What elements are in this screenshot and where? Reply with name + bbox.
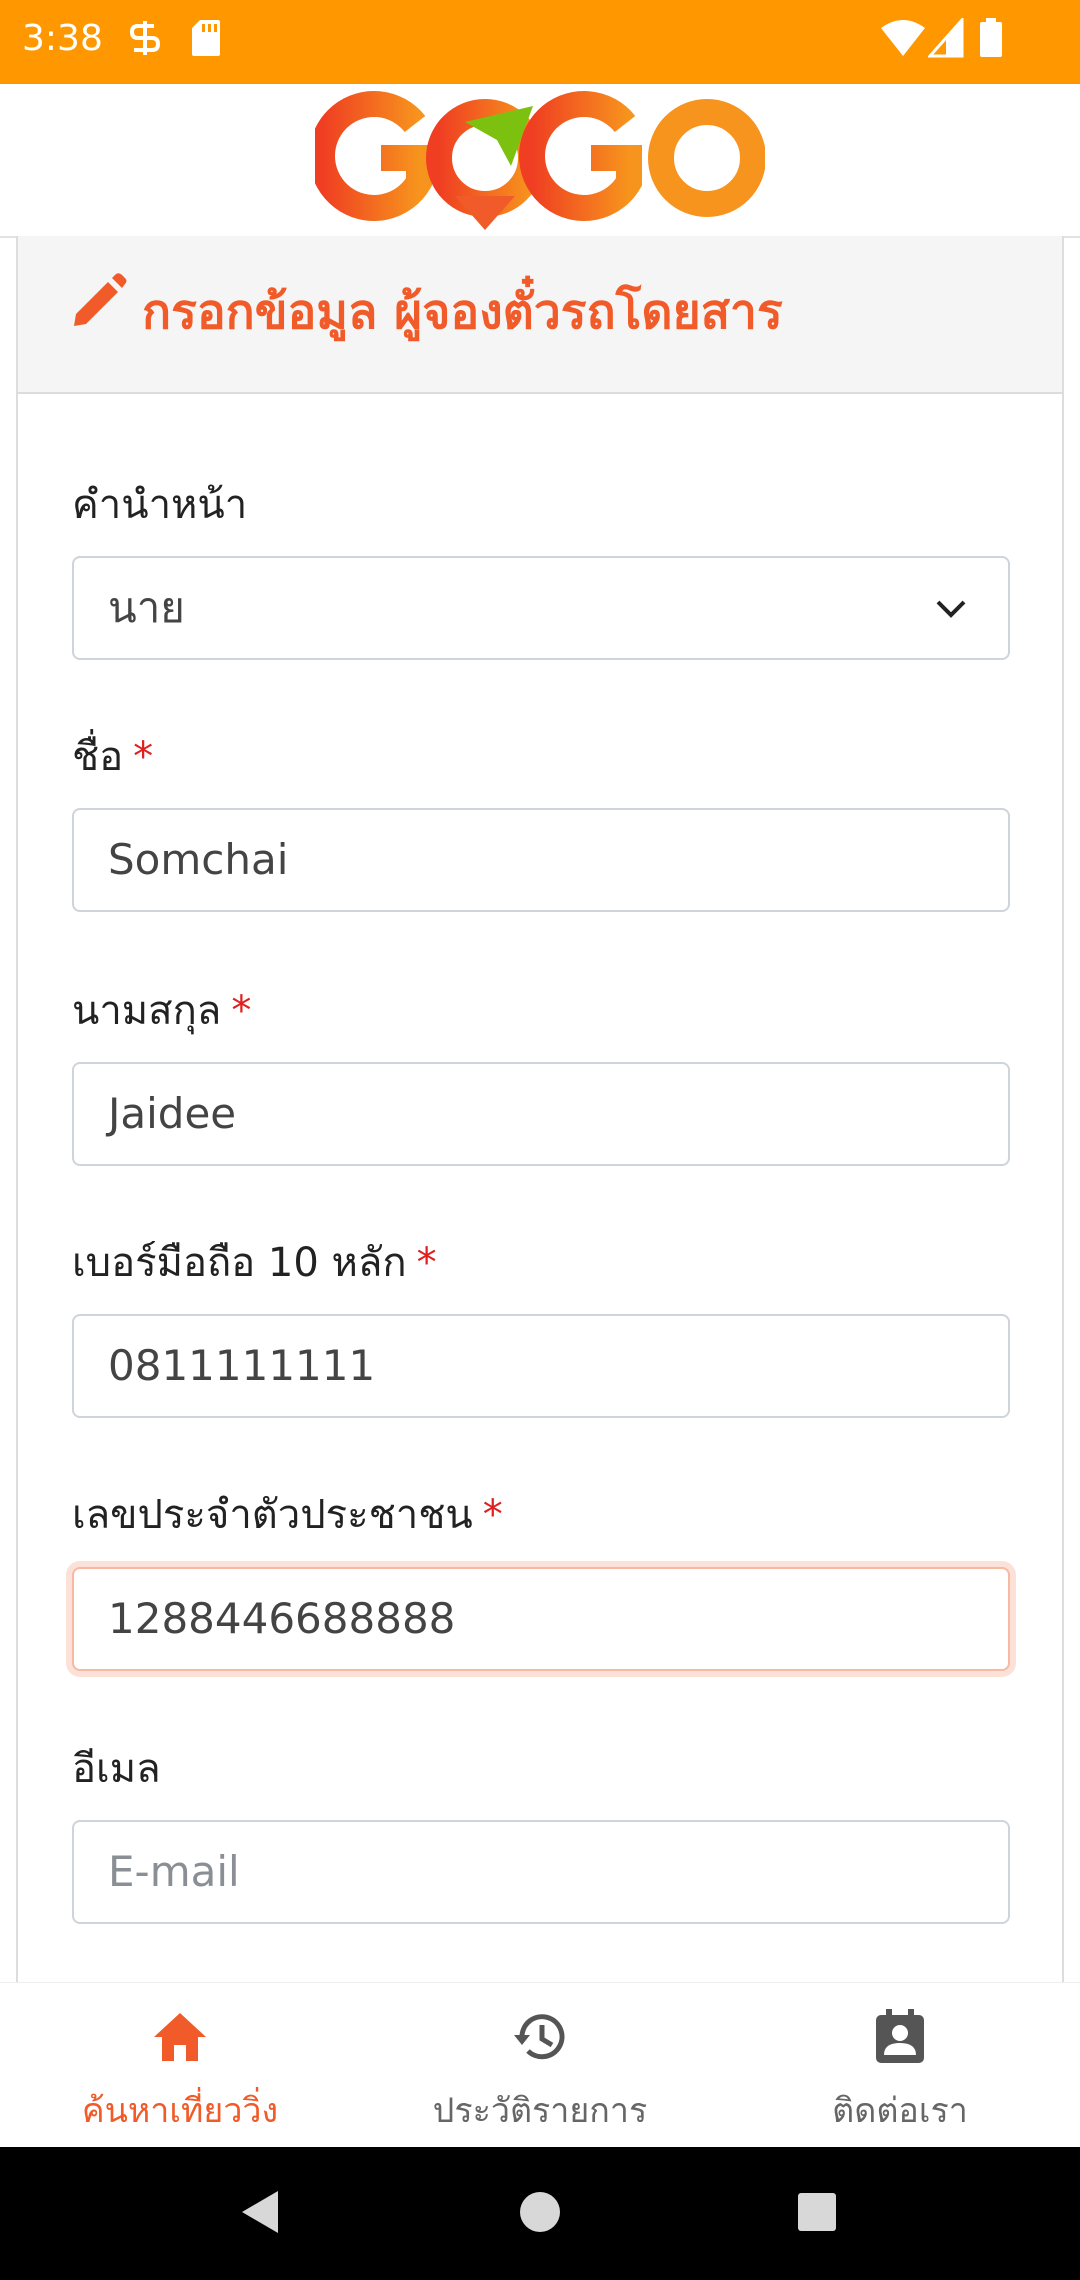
first-name-label-text: ชื่อ <box>72 734 124 780</box>
contact-icon <box>876 2009 924 2063</box>
first-name-value: Somchai <box>108 835 289 884</box>
recents-icon[interactable] <box>796 2187 838 2237</box>
gogo-logo <box>315 90 765 230</box>
card-header: กรอกข้อมูล ผู้จองตั๋วรถโดยสาร <box>18 236 1062 394</box>
phone-input[interactable]: 0811111111 <box>72 1314 1010 1418</box>
phone-value: 0811111111 <box>108 1341 376 1390</box>
required-mark: * <box>133 734 154 780</box>
nav-search-trips[interactable]: ค้นหาเที่ยววิ่ง <box>0 1983 360 2148</box>
email-label-text: อีเมล <box>72 1746 161 1792</box>
chevron-down-icon <box>936 600 966 618</box>
prefix-label-text: คำนำหน้า <box>72 482 248 528</box>
email-label: อีเมล <box>72 1736 161 1800</box>
status-bar: 3:38 <box>0 0 1080 84</box>
wifi-icon <box>881 20 925 56</box>
nav-contact[interactable]: ติดต่อเรา <box>720 1983 1080 2148</box>
phone-label-text: เบอร์มือถือ 10 หลัก <box>72 1240 407 1286</box>
last-name-label: นามสกุล * <box>72 978 251 1042</box>
battery-icon <box>980 18 1002 57</box>
prefix-select-value: นาย <box>108 583 185 632</box>
email-input[interactable]: E-mail <box>72 1820 1010 1924</box>
sd-card-icon <box>192 20 220 56</box>
history-icon <box>514 2014 565 2060</box>
nav-history[interactable]: ประวัติรายการ <box>360 1983 720 2148</box>
national-id-label-text: เลขประจำตัวประชาชน <box>72 1492 473 1538</box>
first-name-label: ชื่อ * <box>72 724 153 788</box>
system-nav-bar <box>0 2147 1080 2280</box>
nav-label: ประวัติรายการ <box>432 2091 648 2131</box>
national-id-value: 1288446688888 <box>108 1594 456 1643</box>
first-name-input[interactable]: Somchai <box>72 808 1010 912</box>
nav-label: ติดต่อเรา <box>832 2091 968 2131</box>
last-name-input[interactable]: Jaidee <box>72 1062 1010 1166</box>
pencil-icon <box>74 273 127 326</box>
home-icon <box>154 2013 206 2061</box>
email-placeholder: E-mail <box>108 1847 240 1896</box>
prefix-label: คำนำหน้า <box>72 472 247 536</box>
status-time: 3:38 <box>22 18 103 59</box>
required-mark: * <box>416 1240 437 1286</box>
phone-label: เบอร์มือถือ 10 หลัก * <box>72 1230 437 1294</box>
required-mark: * <box>231 988 252 1034</box>
signal-icon <box>928 18 964 58</box>
s-icon <box>129 21 161 55</box>
app-header <box>0 84 1080 238</box>
home-button-icon[interactable] <box>518 2187 562 2237</box>
last-name-value: Jaidee <box>108 1089 237 1138</box>
back-icon[interactable] <box>236 2187 282 2237</box>
nav-label: ค้นหาเที่ยววิ่ง <box>81 2091 279 2131</box>
bottom-nav: ค้นหาเที่ยววิ่ง ประวัติรายการ ติดต่อเรา <box>0 1982 1080 2148</box>
last-name-label-text: นามสกุล <box>72 988 222 1034</box>
required-mark: * <box>482 1492 503 1538</box>
national-id-input[interactable]: 1288446688888 <box>72 1567 1010 1671</box>
prefix-select[interactable]: นาย <box>72 556 1010 660</box>
form-title: กรอกข้อมูล ผู้จองตั๋วรถโดยสาร <box>142 284 783 340</box>
national-id-label: เลขประจำตัวประชาชน * <box>72 1482 503 1546</box>
